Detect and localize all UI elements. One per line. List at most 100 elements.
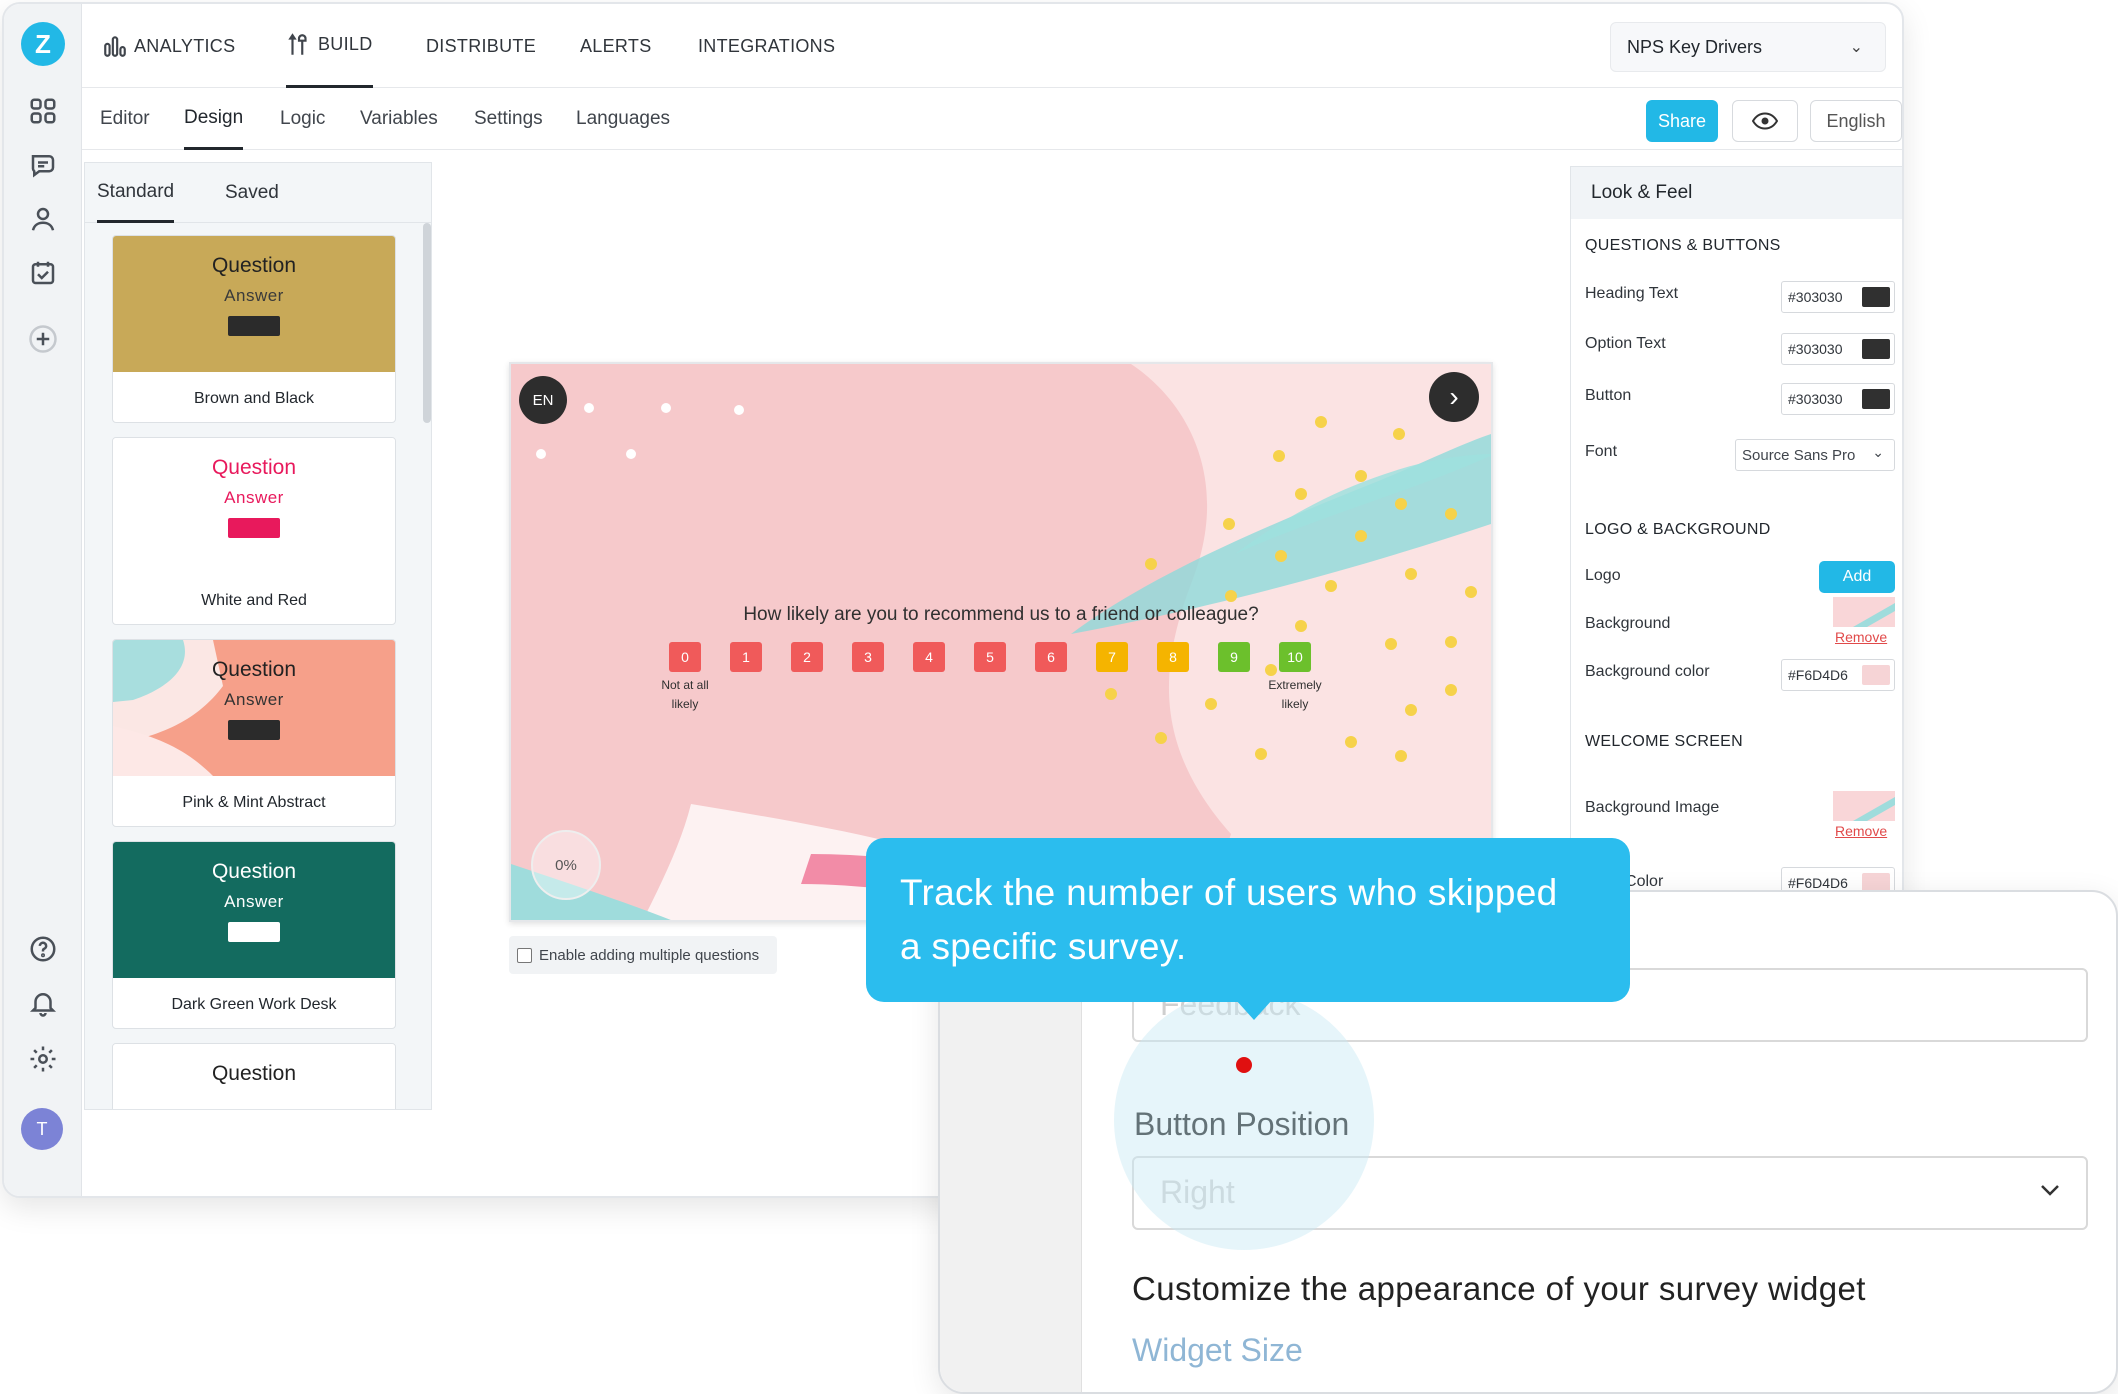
enable-multiple-questions-checkbox[interactable]: Enable adding multiple questions — [509, 936, 777, 974]
click-highlight — [1114, 990, 1374, 1250]
look-and-feel-title: Look & Feel — [1571, 167, 1902, 219]
nps-option[interactable]: 7 — [1096, 642, 1128, 672]
look-and-feel-panel: Look & Feel QUESTIONS & BUTTONS Heading … — [1570, 166, 1902, 926]
preview-button[interactable] — [1732, 100, 1798, 142]
font-select[interactable]: Source Sans Pro ⌄ — [1735, 439, 1895, 471]
help-icon[interactable] — [26, 932, 60, 966]
chevron-down-icon: ⌄ — [1849, 39, 1863, 56]
theme-button-swatch — [228, 720, 280, 740]
button-color-input[interactable]: #303030 — [1781, 383, 1895, 415]
language-button[interactable]: English — [1810, 100, 1902, 142]
background-color-input[interactable]: #F6D4D6 — [1781, 659, 1895, 691]
add-logo-button[interactable]: Add — [1819, 561, 1895, 593]
themes-tabs: Standard Saved — [85, 163, 431, 223]
zonka-logo[interactable]: Z — [21, 22, 65, 66]
nps-option[interactable]: 10 — [1279, 642, 1311, 672]
nps-question: How likely are you to recommend us to a … — [743, 604, 1259, 625]
tooltip-arrow — [1236, 1000, 1272, 1020]
remove-welcome-background-link[interactable]: Remove — [1835, 823, 1887, 839]
background-thumbnail[interactable] — [1833, 597, 1895, 627]
feature-tooltip: Track the number of users who skipped a … — [866, 838, 1630, 1020]
theme-question: Question — [211, 456, 297, 479]
bell-icon[interactable] — [26, 986, 60, 1020]
subtab-logic[interactable]: Logic — [280, 88, 325, 150]
subtab-variables[interactable]: Variables — [360, 88, 438, 150]
share-button[interactable]: Share — [1646, 100, 1718, 142]
settings-gear-icon[interactable] — [26, 1042, 60, 1076]
background-color-value: #F6D4D6 — [1788, 667, 1848, 683]
theme-card-pink-mint[interactable]: Question Answer Pink & Mint Abstract — [112, 639, 396, 827]
color-swatch[interactable] — [1862, 389, 1890, 409]
background-thumbnail-art — [1853, 603, 1895, 627]
tab-integrations[interactable]: INTEGRATIONS — [698, 4, 835, 88]
language-badge[interactable]: EN — [519, 376, 567, 424]
subtab-settings[interactable]: Settings — [474, 88, 543, 150]
checkbox-box[interactable] — [517, 947, 532, 963]
background-image-label: Background Image — [1585, 799, 1720, 816]
theme-answer: Answer — [224, 488, 284, 507]
theme-card-partial[interactable]: Question — [112, 1043, 396, 1109]
dashboard-icon[interactable] — [26, 94, 60, 128]
nps-option[interactable]: 5 — [974, 642, 1006, 672]
theme-question: Question — [211, 860, 297, 883]
option-color-value: #303030 — [1788, 341, 1843, 357]
sub-nav: Editor Design Logic Variables Settings L… — [82, 88, 1902, 150]
nps-option[interactable]: 0 — [669, 642, 701, 672]
theme-preview: Question — [113, 1044, 395, 1109]
subtab-editor[interactable]: Editor — [100, 88, 150, 150]
analytics-icon — [104, 36, 126, 57]
nps-option[interactable]: 6 — [1035, 642, 1067, 672]
welcome-thumbnail-art — [1853, 797, 1895, 821]
tab-standard[interactable]: Standard — [97, 163, 175, 223]
themes-scrollbar[interactable] — [423, 223, 431, 423]
tooltip-line-1: Track the number of users who skipped — [900, 872, 1558, 913]
nps-option[interactable]: 8 — [1157, 642, 1189, 672]
tab-saved[interactable]: Saved — [225, 163, 279, 223]
theme-card-brown-black[interactable]: Question Answer Brown and Black — [112, 235, 396, 423]
welcome-color-value: #F6D4D6 — [1788, 875, 1848, 891]
tab-analytics[interactable]: ANALYTICS — [102, 4, 235, 88]
tab-distribute[interactable]: DISTRIBUTE — [426, 4, 536, 88]
nps-option[interactable]: 9 — [1218, 642, 1250, 672]
tab-build[interactable]: BUILD — [286, 4, 373, 88]
add-icon[interactable] — [26, 322, 60, 356]
color-swatch[interactable] — [1862, 287, 1890, 307]
user-icon[interactable] — [26, 202, 60, 236]
calendar-check-icon[interactable] — [26, 256, 60, 290]
nps-option[interactable]: 1 — [730, 642, 762, 672]
nps-option[interactable]: 2 — [791, 642, 823, 672]
welcome-background-thumbnail[interactable] — [1833, 791, 1895, 821]
remove-background-link[interactable]: Remove — [1835, 629, 1887, 645]
font-select-value: Source Sans Pro — [1742, 446, 1856, 464]
tab-analytics-label: ANALYTICS — [134, 35, 236, 56]
theme-name: White and Red — [201, 592, 307, 609]
color-swatch[interactable] — [1862, 339, 1890, 359]
heading-color-input[interactable]: #303030 — [1781, 281, 1895, 313]
color-swatch[interactable] — [1862, 665, 1890, 685]
nps-option[interactable]: 4 — [913, 642, 945, 672]
progress-indicator: 0% — [531, 830, 601, 900]
left-rail: Z T — [4, 4, 82, 1196]
survey-selector[interactable]: NPS Key Drivers ⌄ — [1610, 22, 1886, 72]
logo-label: Logo — [1585, 567, 1621, 584]
section-logo-background: LOGO & BACKGROUND — [1585, 521, 1771, 538]
feedback-chat-icon[interactable] — [26, 148, 60, 182]
subtab-languages[interactable]: Languages — [576, 88, 670, 150]
nps-option[interactable]: 3 — [852, 642, 884, 672]
theme-name: Dark Green Work Desk — [171, 996, 337, 1013]
background-color-label: Background color — [1585, 663, 1710, 680]
user-avatar[interactable]: T — [21, 1108, 63, 1150]
theme-name: Pink & Mint Abstract — [182, 794, 326, 811]
section-welcome-screen: WELCOME SCREEN — [1585, 733, 1743, 750]
font-label: Font — [1585, 443, 1618, 460]
option-color-input[interactable]: #303030 — [1781, 333, 1895, 365]
tab-alerts[interactable]: ALERTS — [580, 4, 652, 88]
theme-answer: Answer — [224, 690, 284, 709]
widget-size-label: Widget Size — [1132, 1332, 1303, 1368]
subtab-design[interactable]: Design — [184, 88, 244, 150]
theme-card-dark-green[interactable]: Question Answer Dark Green Work Desk — [112, 841, 396, 1029]
next-button[interactable]: › — [1429, 372, 1479, 422]
button-label: Button — [1585, 387, 1632, 404]
theme-card-white-red[interactable]: Question Answer White and Red — [112, 437, 396, 625]
chevron-right-icon: › — [1449, 381, 1459, 412]
